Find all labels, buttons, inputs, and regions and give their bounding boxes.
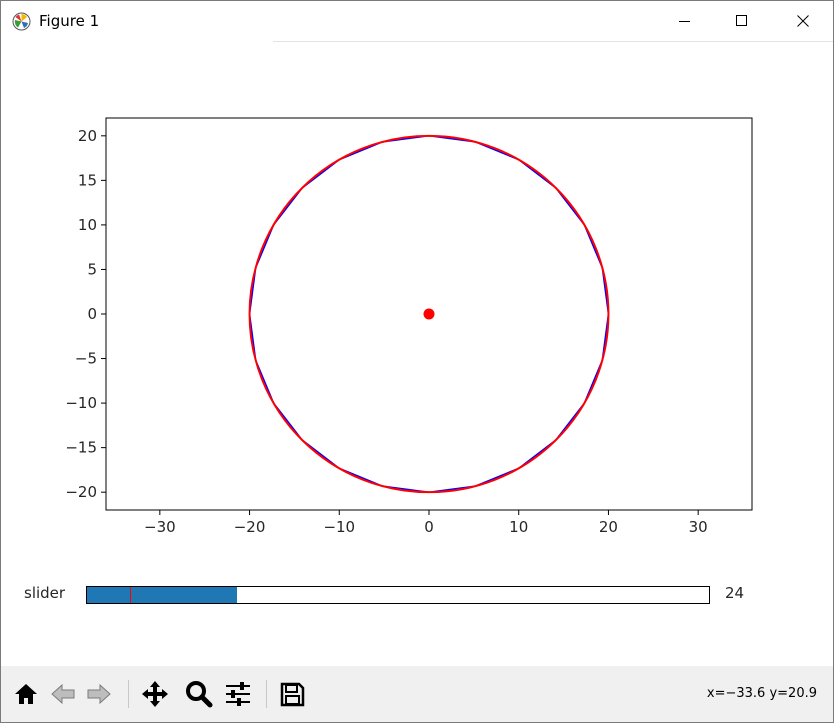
forward-arrow-icon	[87, 683, 111, 705]
configure-subplots-icon	[226, 682, 250, 706]
save-button[interactable]	[275, 677, 309, 711]
minimize-button[interactable]	[662, 1, 707, 41]
forward-button[interactable]	[82, 677, 116, 711]
slider-value: 24	[725, 584, 745, 602]
navigation-toolbar: x=−33.6 y=20.9	[1, 666, 833, 722]
center-point	[423, 308, 435, 320]
title-bar: Figure 1	[1, 1, 833, 42]
zoom-icon	[186, 681, 213, 708]
y-tick-label: −10	[65, 394, 97, 412]
matplotlib-logo-icon	[12, 12, 31, 31]
y-tick-label: 15	[78, 171, 97, 189]
x-tick-label: 30	[689, 518, 708, 536]
x-tick-label: 10	[509, 518, 528, 536]
pan-icon	[142, 681, 168, 707]
x-tick-label: 0	[424, 518, 434, 536]
window-title: Figure 1	[39, 12, 100, 30]
toolbar-separator	[266, 680, 267, 708]
x-tick-label: −30	[144, 518, 176, 536]
y-tick-label: −15	[65, 439, 97, 457]
x-tick-label: −20	[234, 518, 266, 536]
y-tick-label: −20	[65, 483, 97, 501]
toolbar-separator	[128, 680, 129, 708]
plot-canvas[interactable]: −30 −20 −10 0 10 20 30 −20 −15 −10 −5 0 5 10 15 20	[1, 42, 833, 562]
configure-subplots-button[interactable]	[221, 677, 255, 711]
y-tick-label: 10	[78, 216, 97, 234]
maximize-button[interactable]	[719, 1, 764, 41]
back-arrow-icon	[51, 683, 75, 705]
minimize-icon	[678, 21, 690, 22]
home-button[interactable]	[9, 677, 43, 711]
x-tick-label: 20	[599, 518, 618, 536]
back-button[interactable]	[46, 677, 80, 711]
figure-window: Figure 1 −30 −20 −10 0 10 20 30 −20 −15 −10 −5 0 5 1…	[0, 0, 834, 723]
y-tick-label: 20	[78, 127, 97, 145]
y-tick-label: −5	[75, 350, 97, 368]
cursor-coordinates: x=−33.6 y=20.9	[706, 686, 817, 701]
slider-label: slider	[24, 584, 66, 602]
pan-button[interactable]	[138, 677, 172, 711]
close-icon	[796, 15, 809, 27]
home-icon	[15, 684, 37, 704]
save-icon	[280, 682, 305, 707]
y-tick-label: 5	[87, 260, 97, 278]
plot-series	[248, 134, 610, 494]
zoom-button[interactable]	[182, 677, 216, 711]
slider-initial-marker	[129, 587, 131, 603]
maximize-icon	[735, 15, 747, 26]
slider-track[interactable]	[86, 586, 710, 604]
x-axis-ticks: −30 −20 −10 0 10 20 30	[144, 510, 708, 536]
y-tick-label: 0	[87, 305, 97, 323]
x-tick-label: −10	[323, 518, 355, 536]
slider-fill[interactable]	[87, 587, 238, 603]
y-axis-ticks: −20 −15 −10 −5 0 5 10 15 20	[65, 127, 106, 501]
close-button[interactable]	[780, 1, 825, 41]
